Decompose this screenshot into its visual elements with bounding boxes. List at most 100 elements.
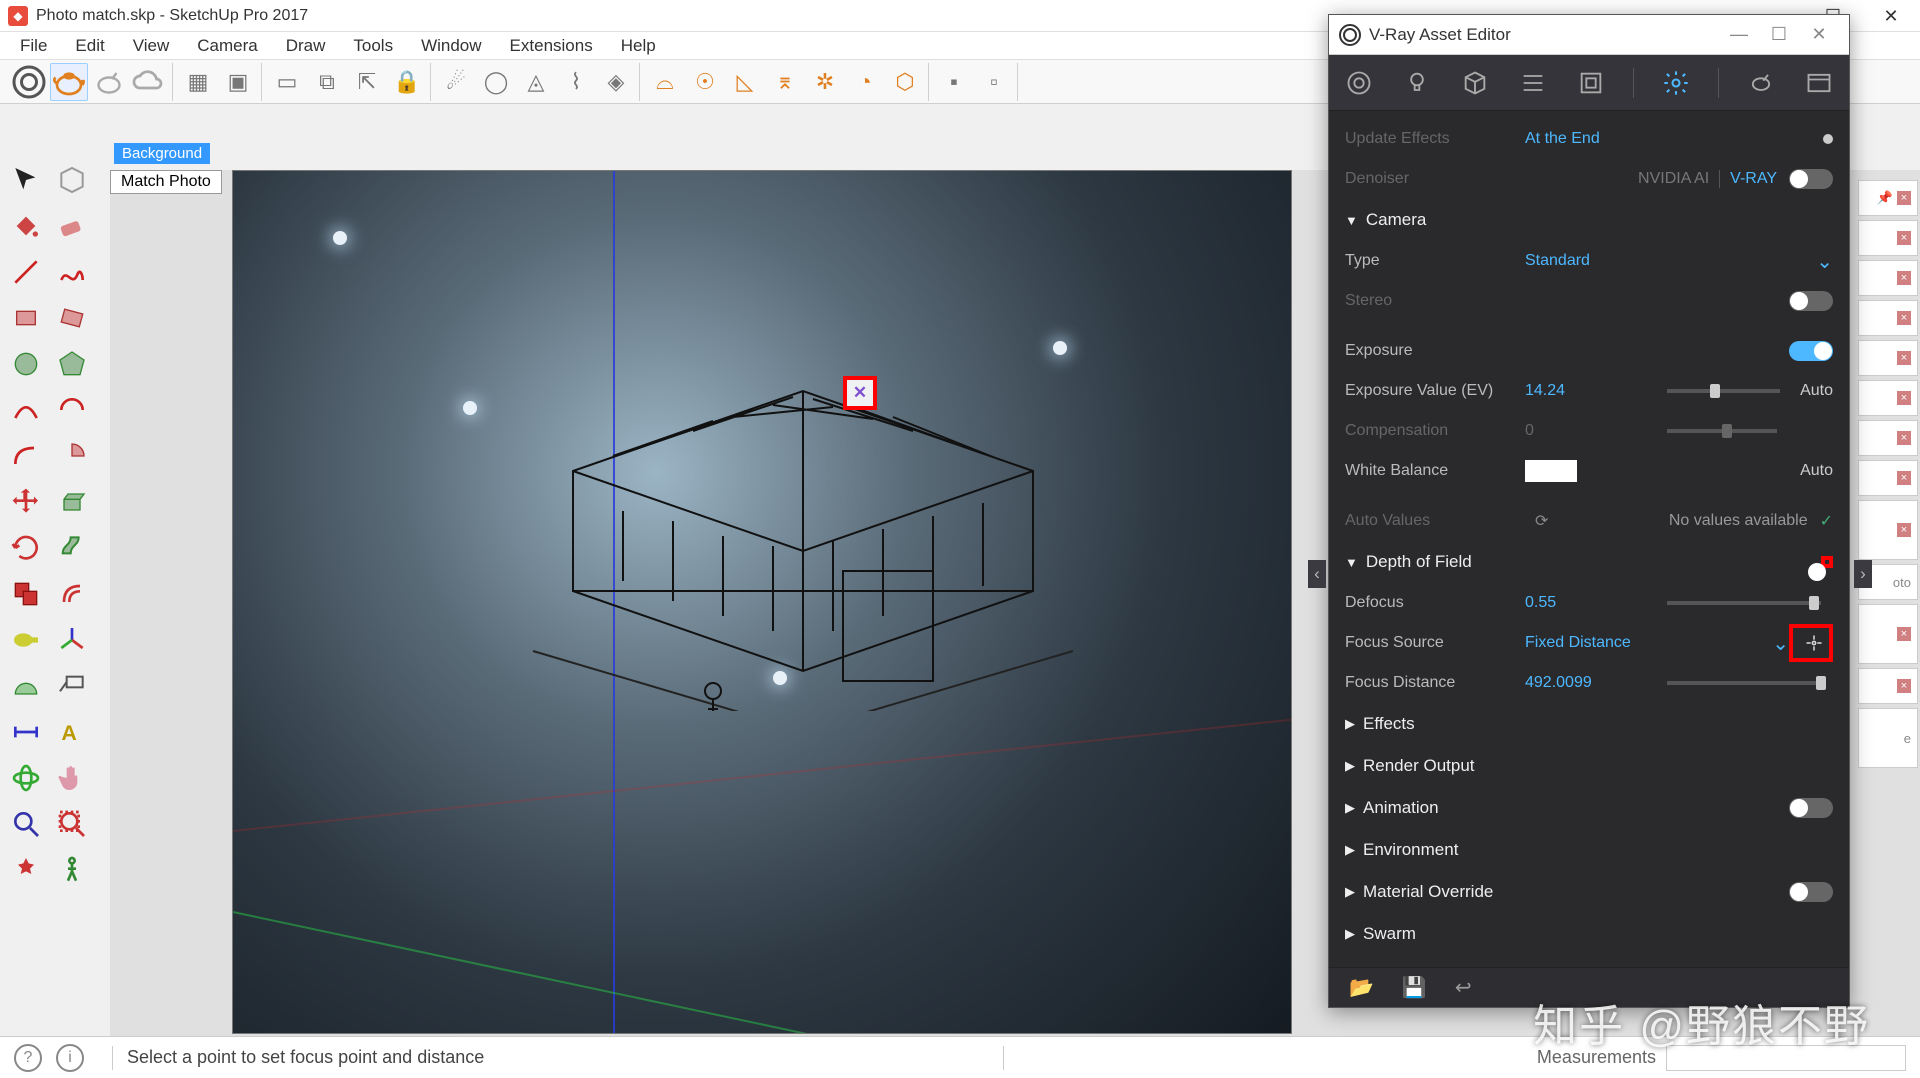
material-override-toggle[interactable] [1789, 882, 1833, 902]
followme-icon[interactable] [50, 526, 94, 570]
axes-icon[interactable] [50, 618, 94, 662]
proxy-icon[interactable]: ⬡ [886, 63, 924, 101]
tray-item[interactable]: × [1858, 460, 1918, 496]
material-override-section[interactable]: ▶Material Override [1345, 871, 1833, 913]
tray-item[interactable]: × [1858, 420, 1918, 456]
close-icon[interactable]: × [1897, 471, 1911, 485]
offset-icon[interactable] [50, 572, 94, 616]
fur-icon[interactable]: ▪ [935, 63, 973, 101]
light-spot-icon[interactable]: ◬ [517, 63, 555, 101]
menu-edit[interactable]: Edit [61, 32, 118, 60]
zoom-icon[interactable] [4, 802, 48, 846]
close-icon[interactable]: × [1897, 431, 1911, 445]
render-output-section[interactable]: ▶Render Output [1345, 745, 1833, 787]
animation-section[interactable]: ▶Animation [1345, 787, 1833, 829]
ev-auto[interactable]: Auto [1800, 382, 1833, 400]
orbit-icon[interactable] [4, 756, 48, 800]
open-file-icon[interactable]: 📂 [1349, 975, 1374, 1000]
lock-icon[interactable]: 🔒 [388, 63, 426, 101]
tray-item-e[interactable]: e [1858, 708, 1918, 768]
paint-bucket-icon[interactable] [4, 204, 48, 248]
geometry-tab-icon[interactable] [1459, 66, 1491, 100]
tray-item[interactable]: × [1858, 604, 1918, 664]
wb-swatch[interactable] [1525, 460, 1577, 482]
close-icon[interactable]: × [1897, 271, 1911, 285]
light-sphere-icon[interactable]: ◯ [477, 63, 515, 101]
plane-light-icon[interactable]: ◺ [726, 63, 764, 101]
line-tool-icon[interactable] [4, 250, 48, 294]
select-tool-icon[interactable] [4, 158, 48, 202]
settings-tab-icon[interactable] [1660, 66, 1692, 100]
render-elements-tab-icon[interactable] [1575, 66, 1607, 100]
denoiser-toggle[interactable] [1789, 169, 1833, 189]
viewport-render-icon[interactable]: ▦ [179, 63, 217, 101]
menu-view[interactable]: View [119, 32, 184, 60]
materials-tab-icon[interactable] [1343, 66, 1375, 100]
stereo-toggle[interactable] [1789, 291, 1833, 311]
revert-icon[interactable]: ↩ [1455, 975, 1472, 1000]
3dtext-icon[interactable]: A [50, 710, 94, 754]
pie-icon[interactable] [50, 434, 94, 478]
textures-tab-icon[interactable] [1517, 66, 1549, 100]
arc-icon[interactable] [4, 388, 48, 432]
rotated-rect-icon[interactable] [50, 296, 94, 340]
menu-camera[interactable]: Camera [183, 32, 271, 60]
menu-draw[interactable]: Draw [272, 32, 340, 60]
close-icon[interactable]: × [1897, 231, 1911, 245]
menu-window[interactable]: Window [407, 32, 495, 60]
tray-item[interactable]: × [1858, 380, 1918, 416]
mesh-light-icon[interactable]: ⌆ [766, 63, 804, 101]
scene-tab-match-photo[interactable]: Match Photo [110, 170, 222, 194]
batch-render-icon[interactable]: ⧉ [308, 63, 346, 101]
position-camera-icon[interactable] [4, 848, 48, 892]
vray-scroll-right-icon[interactable]: › [1854, 560, 1872, 588]
radio-icon[interactable] [1823, 134, 1833, 144]
light-ies-icon[interactable]: ⌇ [557, 63, 595, 101]
close-icon[interactable]: × [1897, 391, 1911, 405]
tape-icon[interactable] [4, 618, 48, 662]
light-omni-icon[interactable]: ◈ [597, 63, 635, 101]
dome-light-icon[interactable]: ⌓ [646, 63, 684, 101]
sun-icon[interactable]: ☉ [686, 63, 724, 101]
arc2-icon[interactable] [50, 388, 94, 432]
type-value[interactable]: Standard [1525, 252, 1655, 270]
circle-icon[interactable] [4, 342, 48, 386]
wb-auto[interactable]: Auto [1800, 462, 1833, 480]
chevron-down-icon[interactable]: ⌄ [1772, 631, 1789, 656]
tray-item[interactable]: × [1858, 260, 1918, 296]
focus-source-value[interactable]: Fixed Distance [1525, 634, 1655, 652]
focus-point-marker[interactable]: ✕ [843, 376, 877, 410]
ev-value[interactable]: 14.24 [1525, 382, 1655, 400]
tray-item[interactable]: × [1858, 300, 1918, 336]
refresh-icon[interactable]: ⟳ [1535, 511, 1548, 531]
denoiser-vray[interactable]: V-RAY [1730, 170, 1777, 188]
scale-icon[interactable] [4, 572, 48, 616]
point-light-icon[interactable]: ✲ [806, 63, 844, 101]
vray-close-button[interactable]: ✕ [1799, 24, 1839, 45]
check-icon[interactable]: ✓ [1820, 511, 1833, 531]
arc3-icon[interactable] [4, 434, 48, 478]
focus-dist-slider[interactable] [1667, 681, 1821, 685]
pan-icon[interactable] [50, 756, 94, 800]
rectangle-icon[interactable] [4, 296, 48, 340]
eraser-icon[interactable] [50, 204, 94, 248]
exposure-toggle[interactable] [1789, 341, 1833, 361]
vray-scroll-left-icon[interactable]: ‹ [1308, 560, 1326, 588]
cloud-render-icon[interactable] [130, 63, 168, 101]
frame-buffer-icon[interactable]: ▭ [268, 63, 306, 101]
tray-pin[interactable]: 📌× [1858, 180, 1918, 216]
lights-tab-icon[interactable] [1401, 66, 1433, 100]
environment-section[interactable]: ▶Environment [1345, 829, 1833, 871]
move-icon[interactable] [4, 480, 48, 524]
tray-item[interactable]: × [1858, 668, 1918, 704]
walk-icon[interactable] [50, 848, 94, 892]
defocus-slider[interactable] [1667, 601, 1821, 605]
ev-slider[interactable] [1667, 389, 1780, 393]
pick-focus-icon[interactable] [1801, 630, 1827, 656]
protractor-icon[interactable] [4, 664, 48, 708]
focus-dist-value[interactable]: 492.0099 [1525, 674, 1655, 692]
menu-help[interactable]: Help [607, 32, 670, 60]
text-icon[interactable] [50, 664, 94, 708]
defocus-value[interactable]: 0.55 [1525, 594, 1655, 612]
menu-tools[interactable]: Tools [339, 32, 407, 60]
